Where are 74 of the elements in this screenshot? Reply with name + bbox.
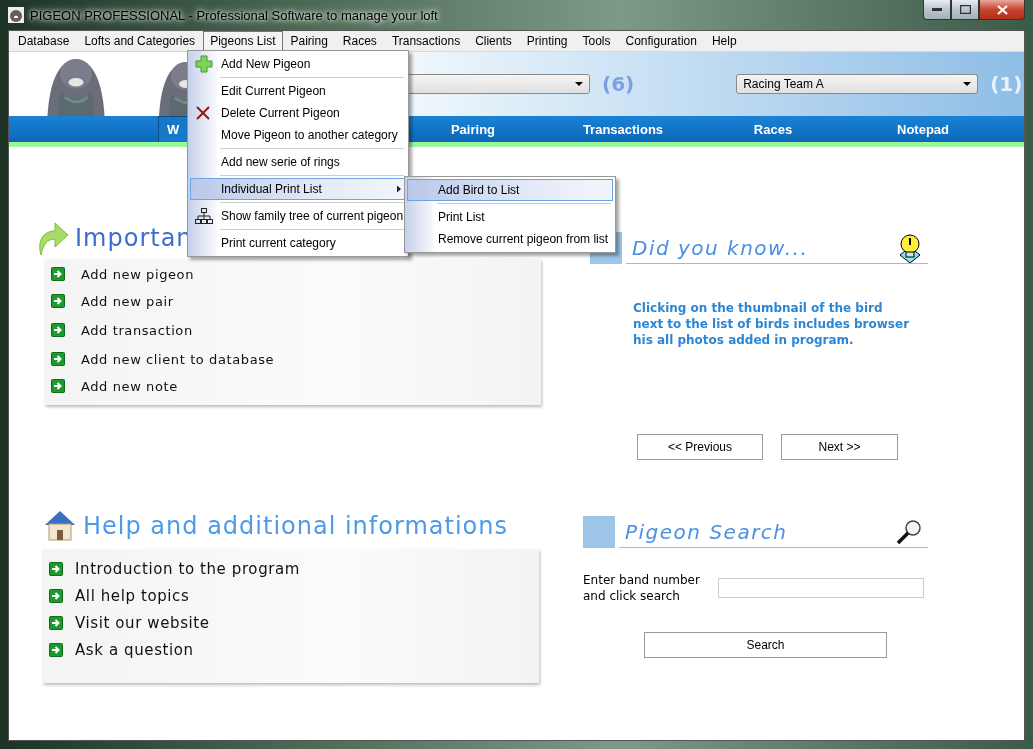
menu-option[interactable]: Delete Current Pigeon [190, 102, 406, 124]
minimize-icon [932, 7, 942, 12]
section-title: Did you know... [632, 235, 809, 260]
section-title: Importan [75, 224, 193, 252]
section-title: Pigeon Search [625, 519, 788, 544]
menu-option[interactable]: Individual Print List [190, 175, 406, 200]
arrow-icon [51, 267, 65, 281]
menu-item[interactable]: Pairing [283, 31, 335, 51]
title-square [583, 516, 615, 548]
cross-icon [195, 105, 211, 121]
menu-item[interactable]: Printing [519, 31, 575, 51]
menu-option[interactable]: Add New Pigeon [190, 53, 406, 75]
plus-icon [195, 55, 213, 73]
menu-option[interactable]: Print current category [190, 229, 406, 254]
previous-button[interactable]: << Previous [637, 434, 763, 460]
dropdown-arrow-icon [963, 82, 972, 86]
nav-tab[interactable]: Transactions [548, 116, 698, 142]
minimize-button[interactable] [923, 0, 951, 20]
arrow-icon [51, 352, 65, 366]
count-label: (1) [990, 72, 1023, 96]
menu-item[interactable]: Lofts and Categories [77, 31, 203, 51]
arrow-icon [49, 615, 63, 630]
menu-item[interactable]: Clients [468, 31, 519, 51]
maximize-button[interactable] [951, 0, 979, 20]
house-icon [43, 509, 77, 543]
section-title: Help and additional informations [83, 512, 508, 540]
field-label: Enter band number and click search [583, 572, 701, 604]
nav-tab[interactable]: Notepad [848, 116, 998, 142]
menu-option[interactable]: Add new serie of rings [190, 148, 406, 173]
menu-item[interactable]: Tools [575, 31, 618, 51]
maximize-icon [959, 5, 971, 14]
link[interactable]: Add new note [81, 378, 178, 394]
nav-tab[interactable]: Races [698, 116, 848, 142]
submenu-arrow-icon [397, 185, 401, 193]
arrow-icon [49, 588, 63, 603]
menu-option[interactable]: Move Pigeon to another category [190, 124, 406, 146]
menu-option[interactable]: Remove current pigeon from list [407, 228, 613, 250]
link[interactable]: Add new pair [81, 293, 174, 309]
arrow-icon [51, 323, 65, 337]
menu-item[interactable]: Help [704, 31, 744, 51]
lightbulb-icon [898, 232, 922, 263]
arrow-icon [51, 379, 65, 393]
close-icon [996, 4, 1008, 15]
link[interactable]: Introduction to the program [75, 559, 301, 578]
count-label: (6) [602, 72, 635, 96]
dropdown-arrow-icon [575, 82, 583, 86]
team-dropdown[interactable]: Racing Team A [736, 74, 979, 94]
menu-option[interactable]: Show family tree of current pigeon [190, 202, 406, 227]
app-icon [8, 7, 24, 23]
link[interactable]: Visit our website [75, 613, 210, 632]
tree-icon [195, 208, 213, 224]
menu-item[interactable]: Pigeons List [203, 31, 283, 51]
window-title: PIGEON PROFESSIONAL - Professional Software to manage your loft [30, 7, 438, 23]
menu-option[interactable]: Add Bird to List [407, 179, 613, 201]
close-button[interactable] [979, 0, 1025, 20]
menu-option[interactable]: Print List [407, 203, 613, 228]
menu-option[interactable]: Edit Current Pigeon [190, 77, 406, 102]
link[interactable]: All help topics [75, 586, 190, 605]
next-button[interactable]: Next >> [781, 434, 898, 460]
link[interactable]: Ask a question [75, 640, 194, 659]
menu-item[interactable]: Transactions [384, 31, 468, 51]
tip-text: Clicking on the thumbnail of the bird next to the list of birds includes browser his all photos added in program. [633, 300, 911, 348]
menu-item[interactable]: Configuration [618, 31, 704, 51]
link[interactable]: Add new client to database [81, 351, 275, 367]
menu-item[interactable]: Database [11, 31, 77, 51]
band-number-field[interactable] [718, 578, 924, 598]
search-icon [896, 518, 922, 545]
search-button[interactable]: Search [644, 632, 887, 658]
link[interactable]: Add new pigeon [81, 266, 194, 282]
arrow-icon [49, 642, 63, 657]
arrow-icon [49, 561, 63, 576]
menu-item[interactable]: Races [335, 31, 384, 51]
link[interactable]: Add transaction [81, 322, 193, 338]
arrow-icon [51, 294, 65, 308]
